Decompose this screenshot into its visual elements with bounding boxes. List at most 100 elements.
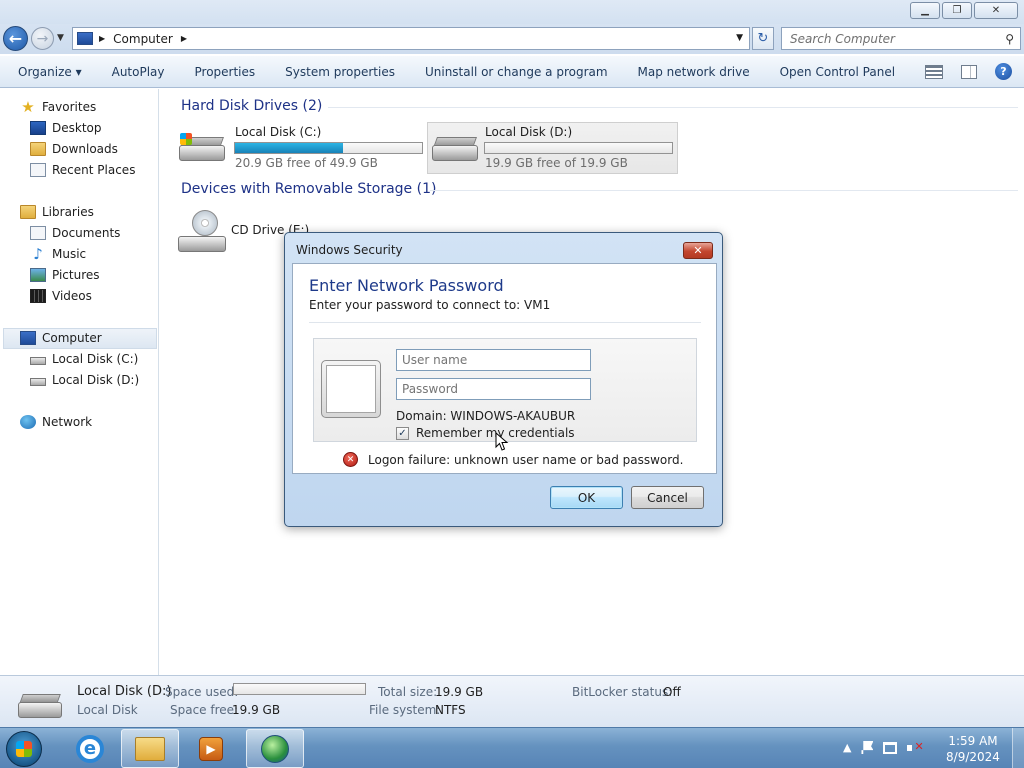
dialog-separator: [309, 322, 701, 323]
cancel-button[interactable]: Cancel: [631, 486, 704, 509]
drive-icon: [30, 357, 46, 365]
address-bar[interactable]: ▶ Computer ▶ ▼: [72, 27, 750, 50]
recent-pages-dropdown[interactable]: ▼: [57, 33, 64, 43]
cd-drive-icon[interactable]: [178, 210, 228, 254]
drive-icon: [18, 694, 62, 720]
taskbar-windows-explorer[interactable]: [121, 729, 179, 768]
dialog-close-button[interactable]: ✕: [683, 242, 713, 259]
breadcrumb-computer[interactable]: Computer: [113, 32, 173, 46]
breadcrumb-separator-icon[interactable]: ▶: [99, 34, 105, 43]
drive-tile-c[interactable]: Local Disk (C:) 20.9 GB free of 49.9 GB: [175, 123, 425, 175]
total-size-value: 19.9 GB: [435, 685, 484, 699]
space-free-label: Space free:: [170, 703, 239, 717]
star-icon: ★: [21, 98, 35, 116]
nav-item-downloads[interactable]: Downloads: [30, 142, 118, 156]
search-input[interactable]: Search Computer: [790, 32, 1005, 46]
breadcrumb-chevron-icon[interactable]: ▶: [181, 34, 187, 43]
taskbar-internet-explorer[interactable]: e: [61, 729, 119, 768]
nav-label: Videos: [52, 289, 92, 303]
network-status-icon[interactable]: [883, 741, 898, 754]
libraries-icon: [20, 205, 36, 219]
forward-arrow-icon: →: [36, 30, 49, 47]
preview-pane-icon[interactable]: [961, 64, 977, 79]
nav-item-desktop[interactable]: Desktop: [30, 121, 102, 135]
back-button[interactable]: ←: [3, 26, 28, 51]
help-icon[interactable]: ?: [995, 63, 1012, 80]
nav-item-local-disk-c[interactable]: Local Disk (C:): [30, 352, 138, 366]
autoplay-button[interactable]: AutoPlay: [97, 65, 180, 79]
nav-label: Recent Places: [52, 163, 136, 177]
film-strip-icon: [30, 289, 46, 303]
details-drive-name: Local Disk (D:): [77, 684, 172, 699]
nav-item-computer[interactable]: Computer: [20, 331, 102, 345]
minimize-button[interactable]: ▁: [910, 2, 940, 19]
nav-item-music[interactable]: ♪ Music: [30, 245, 87, 263]
system-tray: ▲ ✕: [843, 740, 924, 754]
window-controls: ▁ ❐ ✕: [910, 2, 1018, 19]
network-app-icon: [261, 734, 289, 763]
computer-icon: [20, 331, 36, 345]
close-window-button[interactable]: ✕: [974, 2, 1018, 19]
logon-error-message: ✕ Logon failure: unknown user name or ba…: [343, 452, 683, 467]
properties-button[interactable]: Properties: [180, 65, 271, 79]
change-view-icon[interactable]: [925, 64, 943, 79]
nav-item-pictures[interactable]: Pictures: [30, 268, 100, 282]
details-pane: Local Disk (D:) Local Disk Space used: S…: [0, 675, 1024, 727]
open-control-panel-button[interactable]: Open Control Panel: [765, 65, 910, 79]
volume-muted-icon[interactable]: ✕: [907, 740, 924, 754]
nav-item-local-disk-d[interactable]: Local Disk (D:): [30, 373, 139, 387]
group-divider: [328, 107, 1018, 108]
nav-item-documents[interactable]: Documents: [30, 226, 120, 240]
taskbar-network-app[interactable]: [246, 729, 304, 768]
domain-label: Domain: WINDOWS-AKAUBUR: [396, 409, 576, 423]
show-desktop-button[interactable]: [1012, 728, 1024, 768]
nav-item-libraries[interactable]: Libraries: [20, 205, 94, 219]
nav-label: Favorites: [42, 100, 97, 114]
desktop-icon: [30, 121, 46, 135]
group-header-hard-disk-drives[interactable]: Hard Disk Drives (2): [181, 98, 322, 114]
nav-item-videos[interactable]: Videos: [30, 289, 92, 303]
nav-label: Music: [52, 247, 87, 261]
group-divider: [430, 190, 1018, 191]
action-center-flag-icon[interactable]: [861, 741, 874, 754]
start-button[interactable]: [2, 729, 46, 768]
dialog-heading: Enter Network Password: [309, 276, 504, 295]
show-hidden-icons-icon[interactable]: ▲: [843, 741, 851, 754]
bitlocker-label: BitLocker status:: [572, 685, 673, 699]
drive-name: Local Disk (D:): [485, 125, 573, 139]
remember-credentials[interactable]: ✓ Remember my credentials: [396, 426, 575, 440]
remember-credentials-checkbox[interactable]: ✓: [396, 426, 409, 440]
nav-label: Pictures: [52, 268, 100, 282]
group-header-removable-storage[interactable]: Devices with Removable Storage (1): [181, 181, 436, 197]
taskbar-media-player[interactable]: ▶: [182, 729, 240, 768]
nav-label: Local Disk (D:): [52, 373, 140, 387]
dialog-title: Windows Security: [296, 243, 403, 257]
music-note-icon: ♪: [33, 245, 43, 263]
drive-tile-d[interactable]: Local Disk (D:) 19.9 GB free of 19.9 GB: [427, 122, 678, 174]
taskbar-clock[interactable]: 1:59 AM 8/9/2024: [940, 733, 1006, 765]
disc-icon: [192, 210, 218, 236]
organize-button[interactable]: Organize ▾: [0, 65, 97, 79]
space-free-value: 19.9 GB: [232, 703, 281, 717]
drive-free-space: 20.9 GB free of 49.9 GB: [235, 156, 378, 170]
password-field[interactable]: [396, 378, 591, 400]
system-properties-button[interactable]: System properties: [270, 65, 410, 79]
map-network-drive-button[interactable]: Map network drive: [623, 65, 765, 79]
search-box[interactable]: Search Computer ⚲: [781, 27, 1021, 50]
nav-item-network[interactable]: Network: [20, 415, 92, 429]
uninstall-program-button[interactable]: Uninstall or change a program: [410, 65, 623, 79]
username-field[interactable]: [396, 349, 591, 371]
ok-button[interactable]: OK: [550, 486, 623, 509]
address-history-dropdown[interactable]: ▼: [736, 33, 743, 43]
windows-explorer-icon: [135, 736, 165, 761]
refresh-button[interactable]: ↻: [752, 27, 774, 50]
windows-security-dialog: Windows Security ✕ Enter Network Passwor…: [284, 232, 723, 527]
search-icon[interactable]: ⚲: [1005, 32, 1014, 46]
nav-label: Documents: [52, 226, 121, 240]
nav-label: Computer: [42, 331, 102, 345]
dialog-subtitle: Enter your password to connect to: VM1: [309, 298, 551, 312]
forward-button[interactable]: →: [31, 27, 54, 50]
nav-item-recent-places[interactable]: Recent Places: [30, 163, 135, 177]
nav-item-favorites[interactable]: ★ Favorites: [20, 98, 97, 116]
restore-button[interactable]: ❐: [942, 2, 972, 19]
